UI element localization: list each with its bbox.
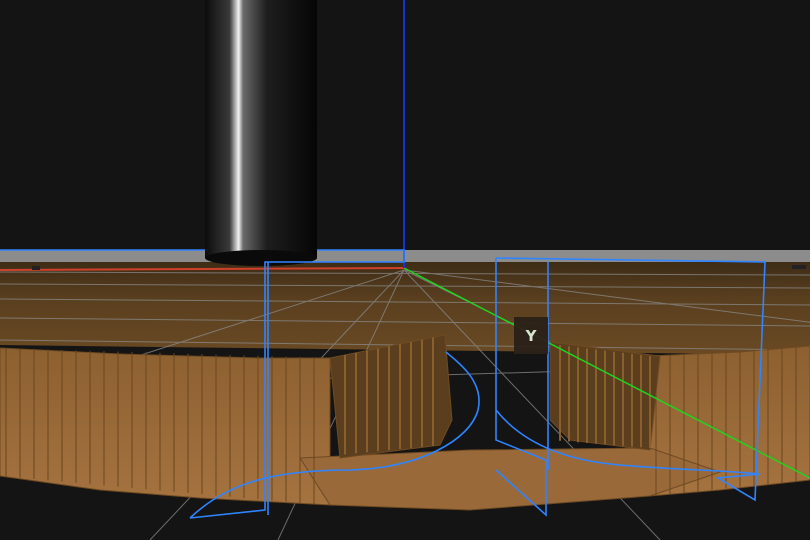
small-marker bbox=[32, 266, 40, 270]
cylinder-object[interactable] bbox=[205, 0, 317, 266]
y-axis-gizmo[interactable]: Y bbox=[514, 317, 548, 354]
small-marker-right bbox=[792, 265, 806, 269]
y-axis-gizmo-label: Y bbox=[525, 327, 538, 345]
3d-viewport[interactable]: Y bbox=[0, 0, 810, 540]
gear-outer-wall bbox=[0, 347, 331, 506]
